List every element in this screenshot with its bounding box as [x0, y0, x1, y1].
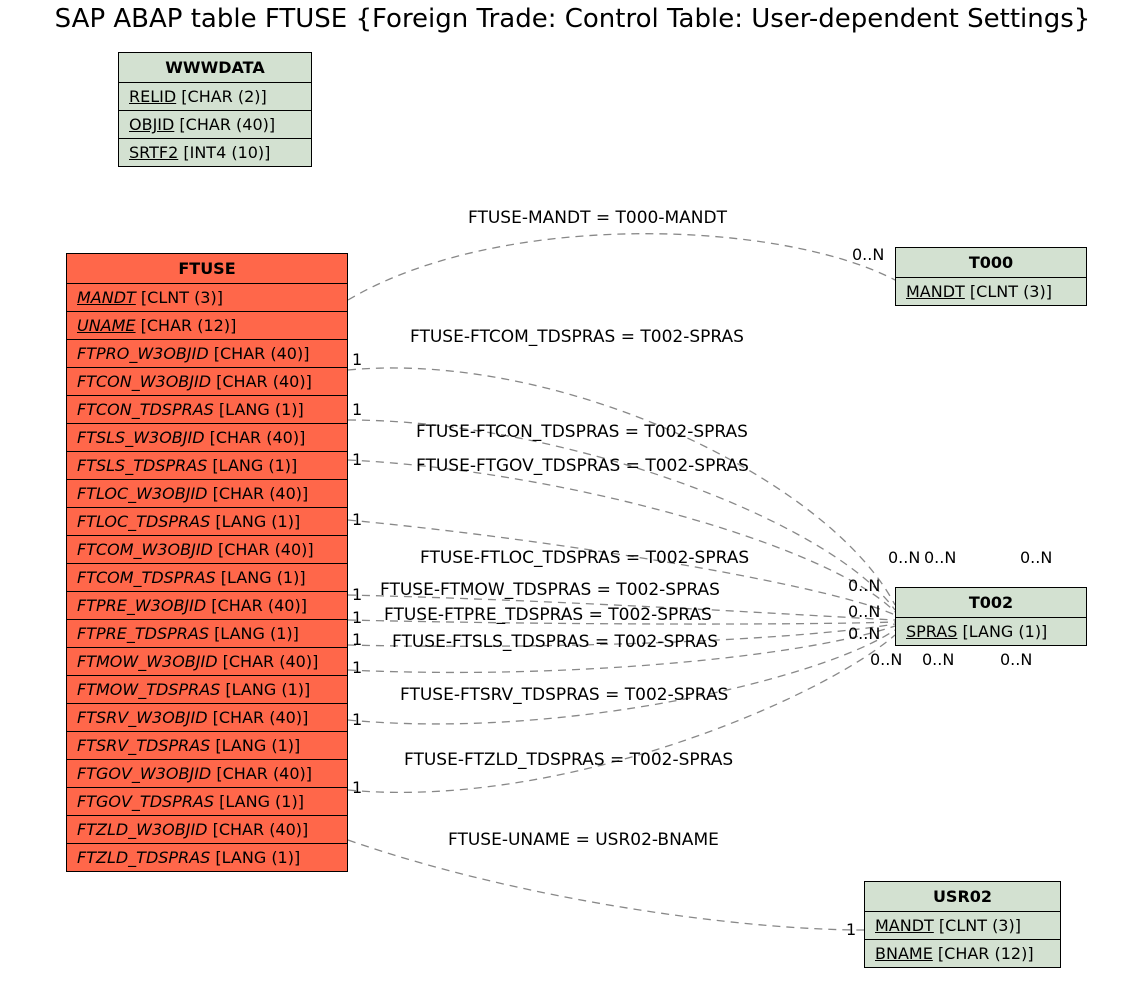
cardinality-label: 1: [352, 450, 362, 469]
cardinality-label: 1: [352, 658, 362, 677]
field-row: FTMOW_TDSPRAS [LANG (1)]: [67, 676, 347, 704]
field-row: FTPRE_TDSPRAS [LANG (1)]: [67, 620, 347, 648]
field-row: FTCON_W3OBJID [CHAR (40)]: [67, 368, 347, 396]
field-row: BNAME [CHAR (12)]: [865, 940, 1060, 967]
relation-label: FTUSE-UNAME = USR02-BNAME: [448, 830, 719, 850]
field-row: FTSLS_W3OBJID [CHAR (40)]: [67, 424, 347, 452]
cardinality-label: 1: [846, 920, 856, 939]
cardinality-label: 0..N: [888, 548, 920, 567]
relation-label: FTUSE-FTSRV_TDSPRAS = T002-SPRAS: [400, 685, 728, 705]
field-row: FTCOM_TDSPRAS [LANG (1)]: [67, 564, 347, 592]
entity-ftuse: FTUSE MANDT [CLNT (3)] UNAME [CHAR (12)]…: [66, 253, 348, 872]
entity-header: T000: [896, 248, 1086, 278]
field-row: FTZLD_W3OBJID [CHAR (40)]: [67, 816, 347, 844]
cardinality-label: 1: [352, 585, 362, 604]
relation-label: FTUSE-FTLOC_TDSPRAS = T002-SPRAS: [420, 548, 749, 568]
entity-t000: T000 MANDT [CLNT (3)]: [895, 247, 1087, 306]
field-row: FTGOV_TDSPRAS [LANG (1)]: [67, 788, 347, 816]
cardinality-label: 1: [352, 350, 362, 369]
field-row: RELID [CHAR (2)]: [119, 83, 311, 111]
cardinality-label: 1: [352, 778, 362, 797]
cardinality-label: 1: [352, 400, 362, 419]
entity-usr02: USR02 MANDT [CLNT (3)] BNAME [CHAR (12)]: [864, 881, 1061, 968]
entity-wwwdata: WWWDATA RELID [CHAR (2)] OBJID [CHAR (40…: [118, 52, 312, 167]
field-row: MANDT [CLNT (3)]: [896, 278, 1086, 305]
field-row: FTSRV_TDSPRAS [LANG (1)]: [67, 732, 347, 760]
field-row: FTPRE_W3OBJID [CHAR (40)]: [67, 592, 347, 620]
cardinality-label: 0..N: [1020, 548, 1052, 567]
relation-label: FTUSE-FTMOW_TDSPRAS = T002-SPRAS: [380, 580, 720, 600]
relation-label: FTUSE-FTGOV_TDSPRAS = T002-SPRAS: [416, 456, 749, 476]
field-row: FTMOW_W3OBJID [CHAR (40)]: [67, 648, 347, 676]
field-row: MANDT [CLNT (3)]: [865, 912, 1060, 940]
relation-label: FTUSE-FTPRE_TDSPRAS = T002-SPRAS: [384, 605, 712, 625]
field-row: FTLOC_W3OBJID [CHAR (40)]: [67, 480, 347, 508]
field-row: FTSLS_TDSPRAS [LANG (1)]: [67, 452, 347, 480]
cardinality-label: 1: [352, 630, 362, 649]
cardinality-label: 0..N: [848, 602, 880, 621]
entity-header: USR02: [865, 882, 1060, 912]
field-row: FTSRV_W3OBJID [CHAR (40)]: [67, 704, 347, 732]
cardinality-label: 1: [352, 608, 362, 627]
field-row: UNAME [CHAR (12)]: [67, 312, 347, 340]
field-row: OBJID [CHAR (40)]: [119, 111, 311, 139]
field-row: FTCOM_W3OBJID [CHAR (40)]: [67, 536, 347, 564]
entity-header: FTUSE: [67, 254, 347, 284]
field-row: FTCON_TDSPRAS [LANG (1)]: [67, 396, 347, 424]
cardinality-label: 0..N: [848, 576, 880, 595]
cardinality-label: 0..N: [870, 650, 902, 669]
field-row: FTGOV_W3OBJID [CHAR (40)]: [67, 760, 347, 788]
cardinality-label: 0..N: [852, 245, 884, 264]
field-row: FTZLD_TDSPRAS [LANG (1)]: [67, 844, 347, 871]
relation-label: FTUSE-FTCOM_TDSPRAS = T002-SPRAS: [410, 327, 744, 347]
cardinality-label: 0..N: [848, 624, 880, 643]
relation-label: FTUSE-FTSLS_TDSPRAS = T002-SPRAS: [392, 632, 718, 652]
cardinality-label: 1: [352, 710, 362, 729]
field-row: MANDT [CLNT (3)]: [67, 284, 347, 312]
cardinality-label: 0..N: [924, 548, 956, 567]
cardinality-label: 0..N: [1000, 650, 1032, 669]
field-row: SPRAS [LANG (1)]: [896, 618, 1086, 645]
cardinality-label: 1: [352, 510, 362, 529]
entity-header: T002: [896, 588, 1086, 618]
page-title: SAP ABAP table FTUSE {Foreign Trade: Con…: [0, 4, 1145, 34]
entity-header: WWWDATA: [119, 53, 311, 83]
entity-t002: T002 SPRAS [LANG (1)]: [895, 587, 1087, 646]
field-row: FTPRO_W3OBJID [CHAR (40)]: [67, 340, 347, 368]
cardinality-label: 0..N: [922, 650, 954, 669]
relation-label: FTUSE-FTCON_TDSPRAS = T002-SPRAS: [416, 422, 748, 442]
relation-label: FTUSE-FTZLD_TDSPRAS = T002-SPRAS: [404, 750, 733, 770]
field-row: SRTF2 [INT4 (10)]: [119, 139, 311, 166]
field-row: FTLOC_TDSPRAS [LANG (1)]: [67, 508, 347, 536]
relation-label: FTUSE-MANDT = T000-MANDT: [468, 208, 727, 228]
